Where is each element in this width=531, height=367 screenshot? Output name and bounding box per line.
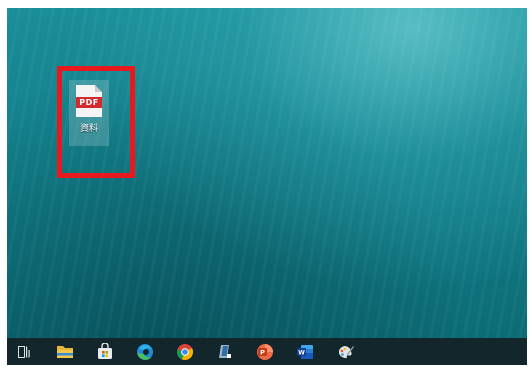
microsoft-store-icon [98, 343, 112, 359]
paint-icon [338, 345, 354, 358]
powerpoint-icon: P [257, 343, 273, 360]
app-button[interactable] [210, 338, 240, 365]
file-explorer-button[interactable] [50, 338, 80, 365]
screen: PDF 資料 P W [7, 8, 527, 365]
paint-button[interactable] [330, 338, 360, 365]
svg-text:P: P [260, 348, 265, 356]
desktop-icon-label: 資料 [79, 124, 98, 134]
desktop-icon-pdf[interactable]: PDF 資料 [69, 80, 109, 146]
pdf-badge: PDF [76, 97, 102, 108]
pdf-fold [95, 85, 102, 92]
word-icon: W [297, 344, 313, 359]
task-view-icon [18, 345, 30, 358]
chrome-button[interactable] [170, 338, 200, 365]
desktop[interactable]: PDF 資料 [7, 8, 527, 338]
taskbar: P W [7, 338, 527, 365]
powerpoint-button[interactable]: P [250, 338, 280, 365]
microsoft-store-button[interactable] [90, 338, 120, 365]
wallpaper-rays [7, 8, 527, 338]
svg-text:W: W [298, 349, 305, 356]
task-view-button[interactable] [10, 338, 40, 365]
chrome-icon [177, 343, 194, 360]
edge-button[interactable] [130, 338, 160, 365]
word-button[interactable]: W [290, 338, 320, 365]
app-icon [219, 345, 231, 358]
file-explorer-icon [57, 346, 73, 358]
edge-icon [137, 343, 153, 360]
pdf-file-icon: PDF [76, 85, 102, 117]
